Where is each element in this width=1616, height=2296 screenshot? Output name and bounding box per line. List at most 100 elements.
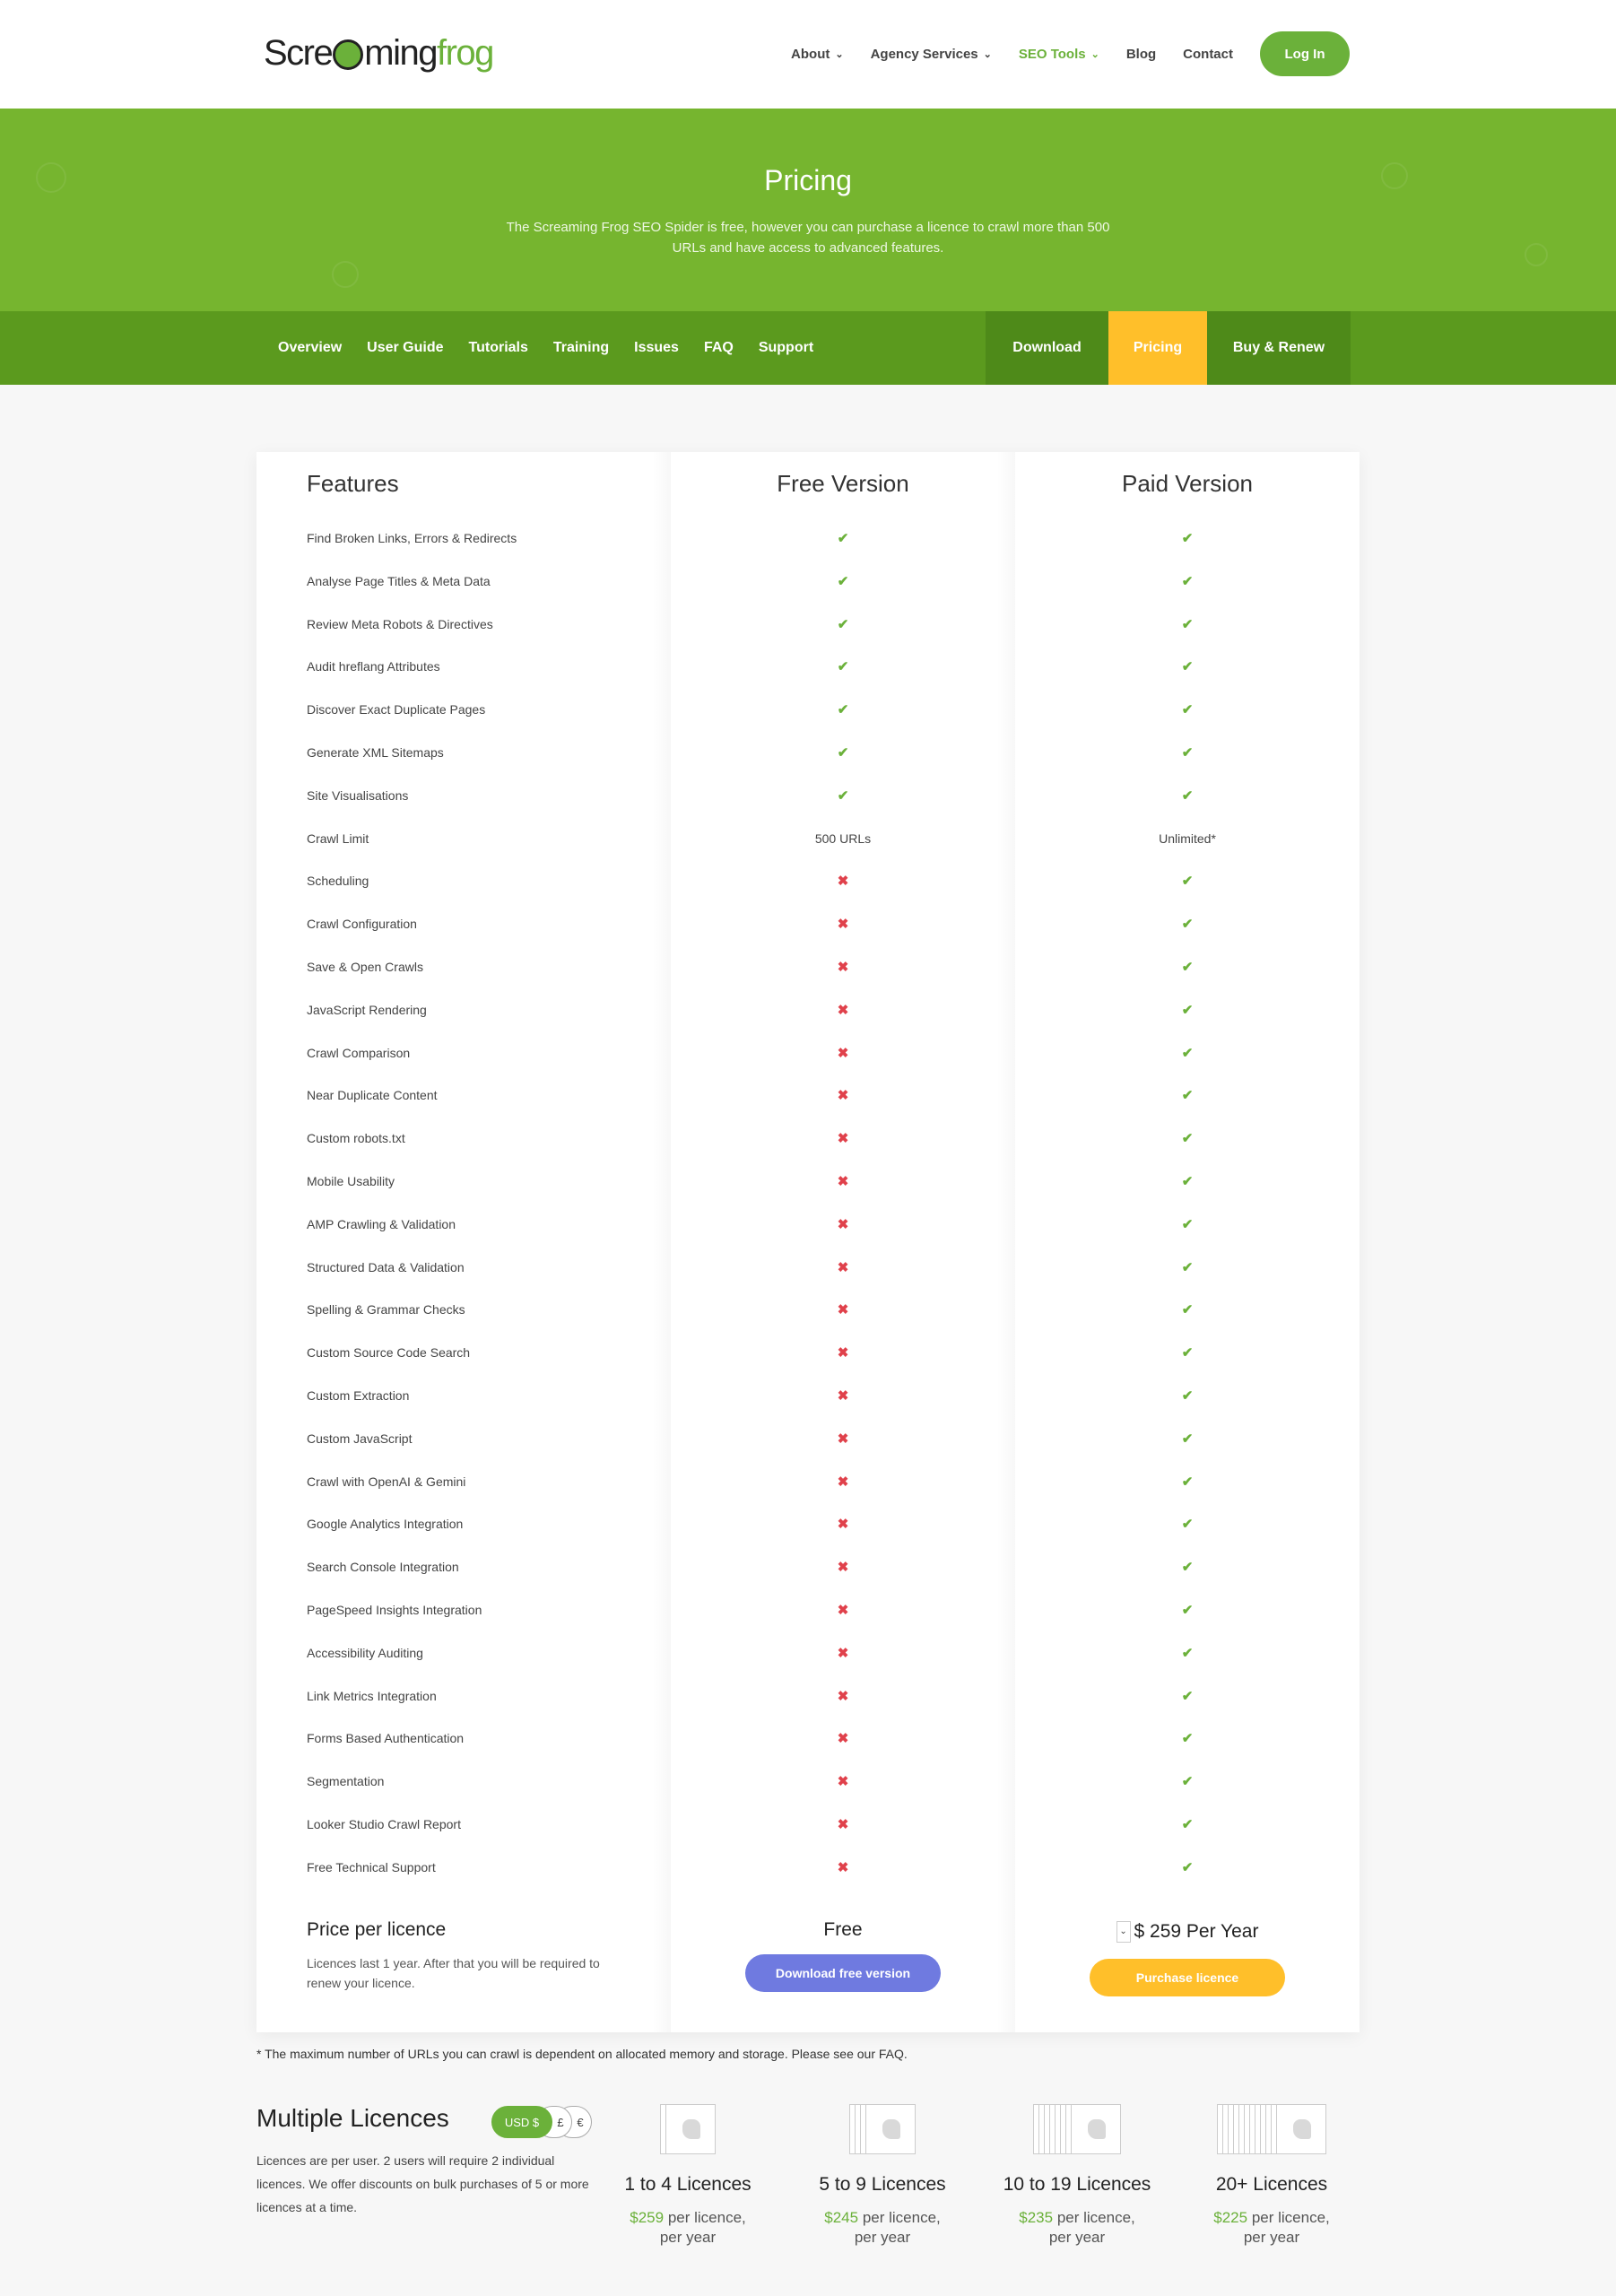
nav-item-label: Contact [1183,46,1233,62]
subnav-link-training[interactable]: Training [553,340,609,356]
check-icon: ✔ [1181,1088,1194,1104]
subnav-link-tutorials[interactable]: Tutorials [469,340,528,356]
check-icon: ✔ [1181,1216,1194,1232]
free-cell: ✔ [671,774,1015,817]
paid-price-value: $ 259 Per Year [1134,1921,1259,1942]
check-icon: ✔ [1181,874,1194,890]
paid-cell: ✔ [1015,1074,1360,1117]
table-row: Generate XML Sitemaps ✔ ✔ [256,731,1360,774]
product-subnav: Overview User Guide Tutorials Training Issue… [0,311,1616,385]
free-cell: ✔ [671,603,1015,646]
nav-item-agency-services[interactable]: Agency Services ⌄ [871,47,992,62]
check-icon: ✔ [1181,1431,1194,1447]
subnav-link-overview[interactable]: Overview [278,340,342,356]
subnav-link-user-guide[interactable]: User Guide [367,340,443,356]
table-row: Custom JavaScript ✖ ✔ [256,1417,1360,1460]
hero-banner: Pricing The Screaming Frog SEO Spider is… [0,109,1616,311]
free-cell: ✔ [671,688,1015,731]
table-row: Looker Studio Crawl Report ✖ ✔ [256,1803,1360,1846]
licence-stack-icon [660,2104,716,2158]
price-per-licence-title: Price per licence [307,1919,447,1940]
licence-tier-price: $245 per licence, per year [793,2208,972,2248]
table-row: Review Meta Robots & Directives ✔ ✔ [256,603,1360,646]
paid-cell: ✔ [1015,1545,1360,1588]
table-row: Custom Extraction ✖ ✔ [256,1374,1360,1417]
feature-name: Generate XML Sitemaps [307,745,444,760]
tab-download[interactable]: Download [986,311,1108,385]
check-icon: ✔ [1181,1045,1194,1061]
free-cell: ✖ [671,1674,1015,1718]
check-icon: ✔ [1181,745,1194,761]
table-row: Find Broken Links, Errors & Redirects ✔ ✔ [256,517,1360,560]
table-row: Segmentation ✖ ✔ [256,1760,1360,1803]
site-logo[interactable]: Scre ming frog [264,30,494,75]
feature-name: Audit hreflang Attributes [307,659,440,674]
feature-name: Search Console Integration [307,1560,459,1575]
cross-icon: ✖ [837,1688,849,1704]
paid-cell: ✔ [1015,1331,1360,1374]
table-row: Search Console Integration ✖ ✔ [256,1545,1360,1588]
paid-cell: ✔ [1015,1846,1360,1889]
tab-pricing[interactable]: Pricing [1108,311,1207,385]
cross-icon: ✖ [837,1560,849,1576]
subnav-link-faq[interactable]: FAQ [704,340,734,356]
free-cell: ✔ [671,517,1015,560]
currency-usd[interactable]: USD $ [491,2106,552,2138]
tab-buy-renew[interactable]: Buy & Renew [1207,311,1351,385]
paid-cell: ✔ [1015,774,1360,817]
cross-icon: ✖ [837,1002,849,1018]
check-icon: ✔ [1181,573,1194,589]
table-row: Accessibility Auditing ✖ ✔ [256,1631,1360,1674]
feature-name: Custom robots.txt [307,1131,405,1146]
nav-item-about[interactable]: About ⌄ [791,47,844,62]
table-row: Site Visualisations ✔ ✔ [256,774,1360,817]
free-cell: ✔ [671,645,1015,688]
currency-select[interactable]: ⌄ [1116,1921,1131,1943]
feature-name: Crawl Comparison [307,1045,411,1060]
free-cell: ✖ [671,988,1015,1031]
feature-name: Structured Data & Validation [307,1259,465,1274]
subnav-link-support[interactable]: Support [759,340,813,356]
check-icon: ✔ [837,573,849,589]
check-icon: ✔ [1181,659,1194,675]
feature-name: Accessibility Auditing [307,1645,423,1660]
purchase-licence-button[interactable]: Purchase licence [1090,1959,1285,1996]
tier-price-suffix: per licence, [667,2209,746,2226]
free-cell: ✖ [671,1117,1015,1160]
cell-value: 500 URLs [814,831,872,846]
tier-price-amount: $259 [630,2209,665,2226]
cell-value: Unlimited* [1159,831,1216,846]
free-cell: ✖ [671,1203,1015,1246]
paid-price: ⌄ $ 259 Per Year [1015,1921,1360,1943]
free-cell: ✖ [671,902,1015,945]
nav-item-blog[interactable]: Blog [1126,47,1156,62]
tier-price-amount: $235 [1019,2209,1054,2226]
free-cell: ✖ [671,1417,1015,1460]
download-free-button[interactable]: Download free version [745,1954,941,1992]
licence-stack-icon [1033,2104,1121,2158]
check-icon: ✔ [837,531,849,546]
login-button[interactable]: Log In [1260,31,1350,76]
feature-name: Google Analytics Integration [307,1517,464,1532]
free-cell: ✖ [671,1803,1015,1846]
free-version-heading: Free Version [777,470,909,497]
tier-price-suffix2: per year [659,2229,717,2246]
free-cell: 500 URLs [671,817,1015,860]
paid-cell: ✔ [1015,1288,1360,1331]
free-cell: ✖ [671,1502,1015,1545]
tier-price-amount: $245 [824,2209,859,2226]
free-cell: ✖ [671,1588,1015,1631]
check-icon: ✔ [1181,1345,1194,1361]
cross-icon: ✖ [837,1388,849,1404]
paid-cell: ✔ [1015,902,1360,945]
licence-stack-icon [1217,2104,1326,2158]
check-icon: ✔ [1181,1517,1194,1533]
nav-item-seo-tools[interactable]: SEO Tools ⌄ [1019,47,1099,62]
licence-tier-title: 5 to 9 Licences [819,2174,946,2195]
subnav-link-issues[interactable]: Issues [634,340,679,356]
feature-name: Mobile Usability [307,1174,395,1188]
nav-item-contact[interactable]: Contact [1183,47,1233,62]
licence-tier: 10 to 19 Licences $235 per licence, per ye… [987,2104,1167,2248]
licence-stack-icon [849,2104,916,2158]
multiple-licences-title: Multiple Licences [256,2104,449,2132]
